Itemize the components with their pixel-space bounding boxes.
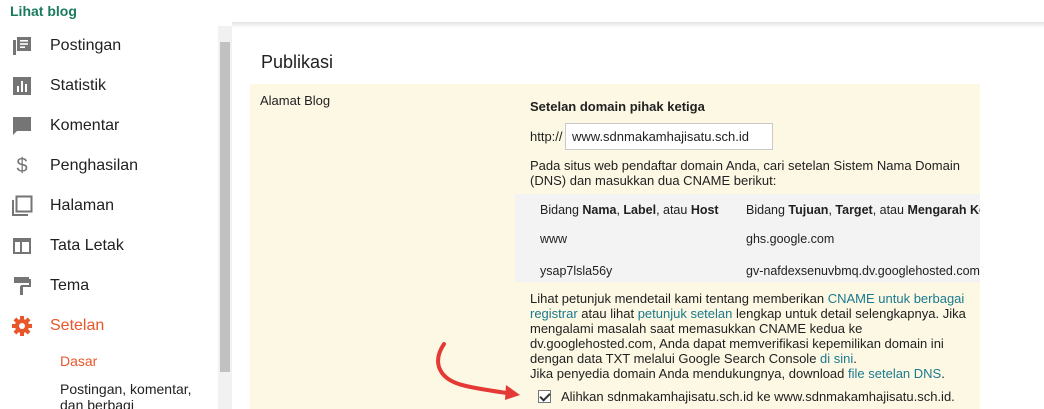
sidebar-item-label: Postingan [50, 37, 122, 54]
sidebar-item-label: Setelan [50, 317, 105, 334]
redirect-option[interactable]: Alihkan sdnmakamhajisatu.sch.id ke www.s… [538, 389, 955, 404]
table-header: Bidang Nama, Label, atau Host Bidang Tuj… [515, 203, 980, 233]
cname-target: gv-nafdexsenuvbmq.dv.googlehosted.com [746, 264, 980, 278]
sidebar-item-label: Halaman [50, 197, 115, 214]
sidebar-item-settings[interactable]: Setelan [0, 306, 218, 346]
theme-icon [11, 275, 33, 297]
domain-input[interactable] [565, 123, 773, 150]
sidebar-item-posts[interactable]: Postingan [0, 26, 218, 66]
help-text: Lihat petunjuk mendetail kami tentang me… [530, 291, 966, 381]
sidebar-subitem-posts-comments[interactable]: Postingan, komentar, dan berbagi [60, 381, 210, 409]
sidebar-item-label: Penghasilan [50, 157, 139, 174]
redirect-checkbox[interactable] [538, 390, 551, 403]
sidebar-item-theme[interactable]: Tema [0, 266, 218, 306]
third-party-domain-heading: Setelan domain pihak ketiga [530, 99, 705, 114]
sidebar-item-label: Tata Letak [50, 237, 124, 254]
main-content: Publikasi Alamat Blog Setelan domain pih… [232, 26, 1044, 409]
pages-icon [11, 195, 33, 217]
sidebar-item-earnings[interactable]: $ Penghasilan [0, 146, 218, 186]
dollar-icon: $ [16, 154, 28, 177]
sidebar-item-stats[interactable]: Statistik [0, 66, 218, 106]
sidebar-item-label: Statistik [50, 77, 107, 94]
layout-icon [11, 235, 33, 257]
comment-icon [11, 115, 33, 137]
cname-name: www [540, 232, 568, 246]
http-prefix: http:// [530, 129, 563, 144]
sidebar-item-pages[interactable]: Halaman [0, 186, 218, 226]
redirect-label: Alihkan sdnmakamhajisatu.sch.id ke www.s… [561, 389, 955, 404]
row-label: Alamat Blog [260, 93, 331, 108]
column-header-target: Bidang Tujuan, Target, atau Mengarah Ke [746, 203, 980, 217]
section-title: Publikasi [261, 52, 334, 72]
sidebar-item-layout[interactable]: Tata Letak [0, 226, 218, 266]
cname-target: ghs.google.com [746, 232, 835, 246]
sidebar-scrollbar[interactable] [218, 26, 232, 409]
table-row: www ghs.google.com [515, 232, 980, 262]
column-header-host: Bidang Nama, Label, atau Host [540, 203, 719, 217]
sidebar-subitem-basic[interactable]: Dasar [60, 353, 97, 369]
setup-instructions-link[interactable]: petunjuk setelan [638, 306, 733, 321]
scrollbar-thumb[interactable] [220, 42, 230, 372]
sidebar-item-comments[interactable]: Komentar [0, 106, 218, 146]
cname-table: Bidang Nama, Label, atau Host Bidang Tuj… [515, 194, 980, 282]
blog-address-panel: Alamat Blog Setelan domain pihak ketiga … [250, 84, 980, 409]
dns-settings-file-link[interactable]: file setelan DNS [848, 366, 941, 381]
gear-icon [11, 315, 33, 337]
posts-icon [11, 35, 33, 57]
sidebar-item-label: Komentar [50, 117, 120, 134]
dns-instructions: Pada situs web pendaftar domain Anda, ca… [530, 158, 960, 188]
sidebar-item-label: Tema [50, 277, 90, 294]
stats-icon [11, 75, 33, 97]
sidebar: Postingan Statistik Komentar $ Penghasil… [0, 26, 218, 409]
search-console-link[interactable]: di sini [820, 351, 853, 366]
annotation-arrow-icon [436, 342, 520, 400]
view-blog-link[interactable]: Lihat blog [10, 3, 77, 19]
cname-name: ysap7lsla56y [540, 264, 613, 278]
table-row: ysap7lsla56y gv-nafdexsenuvbmq.dv.google… [515, 264, 980, 282]
